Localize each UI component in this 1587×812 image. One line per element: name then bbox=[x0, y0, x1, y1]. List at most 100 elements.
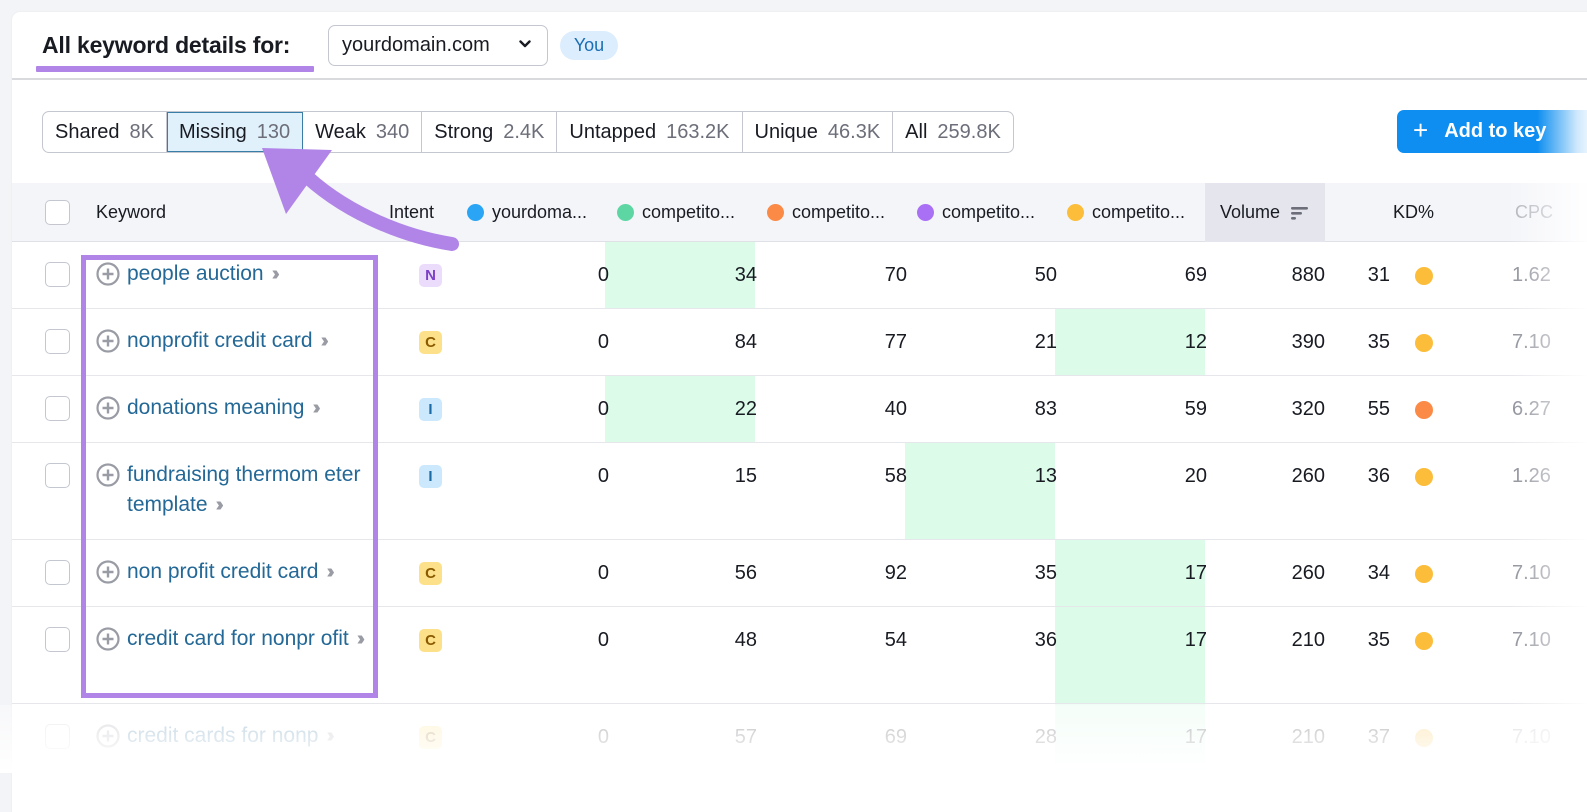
volume-cell: 320 bbox=[1291, 398, 1325, 420]
add-circle-icon[interactable] bbox=[96, 396, 120, 420]
keyword-link[interactable]: people auction ›› bbox=[127, 259, 281, 289]
volume-cell: 260 bbox=[1291, 465, 1325, 487]
column-header-domain-4[interactable]: competito... bbox=[917, 183, 1035, 242]
serp-arrows-icon[interactable]: ›› bbox=[216, 494, 225, 516]
add-to-keyword-list-button[interactable]: + Add to key bbox=[1397, 110, 1587, 153]
keyword-link[interactable]: non profit credit card ›› bbox=[127, 557, 335, 587]
column-header-cpc[interactable]: CPC bbox=[1515, 183, 1553, 242]
serp-arrows-icon[interactable]: ›› bbox=[321, 330, 330, 352]
panel-header: All keyword details for: yourdomain.com … bbox=[12, 12, 1587, 80]
domain-position-cell: 17 bbox=[1184, 629, 1207, 651]
domain-position-cell: 84 bbox=[734, 331, 757, 353]
column-header-domain-2[interactable]: competito... bbox=[617, 183, 735, 242]
domain-select[interactable]: yourdomain.com bbox=[328, 25, 548, 66]
tab-all[interactable]: All 259.8K bbox=[893, 112, 1013, 152]
row-checkbox[interactable] bbox=[45, 724, 70, 749]
row-checkbox[interactable] bbox=[45, 463, 70, 488]
select-all-checkbox[interactable] bbox=[45, 200, 70, 225]
column-header-domain-1[interactable]: yourdoma... bbox=[467, 183, 587, 242]
tab-label: Missing bbox=[178, 120, 247, 143]
keyword-cell: people auction ›› bbox=[96, 259, 376, 289]
domain-position-cell: 34 bbox=[734, 264, 757, 286]
add-circle-icon[interactable] bbox=[96, 560, 120, 584]
tab-count: 8K bbox=[129, 120, 154, 143]
kd-cell: 35 bbox=[1367, 331, 1390, 353]
row-checkbox[interactable] bbox=[45, 262, 70, 287]
tab-strong[interactable]: Strong 2.4K bbox=[422, 112, 558, 152]
cpc-cell: 1.26 bbox=[1512, 465, 1551, 487]
serp-arrows-icon[interactable]: ›› bbox=[326, 725, 335, 747]
domain-position-cell: 40 bbox=[884, 398, 907, 420]
domain-position-cell: 69 bbox=[884, 726, 907, 748]
domain-position-cell: 69 bbox=[1184, 264, 1207, 286]
serp-arrows-icon[interactable]: ›› bbox=[357, 628, 366, 650]
domain-color-dot-icon bbox=[767, 204, 784, 221]
row-checkbox[interactable] bbox=[45, 329, 70, 354]
add-circle-icon[interactable] bbox=[96, 329, 120, 353]
domain-select-value: yourdomain.com bbox=[342, 34, 490, 56]
domain-color-dot-icon bbox=[1067, 204, 1084, 221]
you-badge: You bbox=[560, 31, 618, 60]
keyword-link[interactable]: nonprofit credit card ›› bbox=[127, 326, 330, 356]
serp-arrows-icon[interactable]: ›› bbox=[312, 397, 321, 419]
tab-count: 130 bbox=[256, 120, 291, 143]
table-row: credit card for nonpr ofit ›› C 0 48 54 36 17 21… bbox=[12, 607, 1587, 704]
domain-position-cell: 0 bbox=[597, 264, 609, 286]
domain-position-cell: 17 bbox=[1184, 562, 1207, 584]
volume-label: Volume bbox=[1220, 202, 1281, 222]
column-header-intent[interactable]: Intent bbox=[389, 183, 434, 242]
add-circle-icon[interactable] bbox=[96, 463, 120, 487]
volume-cell: 210 bbox=[1291, 726, 1325, 748]
keyword-text: people auction bbox=[127, 262, 264, 285]
add-circle-icon[interactable] bbox=[96, 627, 120, 651]
keyword-link[interactable]: credit cards for nonp ›› bbox=[127, 721, 335, 751]
keyword-link[interactable]: credit card for nonpr ofit ›› bbox=[127, 624, 366, 654]
kd-difficulty-dot-icon bbox=[1415, 267, 1433, 285]
tab-weak[interactable]: Weak 340 bbox=[303, 112, 423, 152]
add-button-label: Add to key bbox=[1444, 120, 1547, 142]
serp-arrows-icon[interactable]: ›› bbox=[272, 263, 281, 285]
serp-arrows-icon[interactable]: ›› bbox=[326, 561, 335, 583]
column-header-keyword[interactable]: Keyword bbox=[96, 183, 166, 242]
add-circle-icon[interactable] bbox=[96, 262, 120, 286]
chevron-down-icon bbox=[519, 40, 531, 48]
domain-position-cell: 36 bbox=[1034, 629, 1057, 651]
title-highlight-underline bbox=[36, 66, 314, 72]
table-header: Keyword Intent yourdoma... competito... comp… bbox=[12, 183, 1587, 242]
tab-untapped[interactable]: Untapped 163.2K bbox=[557, 112, 743, 152]
table-row: people auction ›› N 0 34 70 50 69 880 31 1.62 bbox=[12, 242, 1587, 309]
domain-position-cell: 83 bbox=[1034, 398, 1057, 420]
volume-cell: 390 bbox=[1291, 331, 1325, 353]
tab-label: Strong bbox=[434, 120, 494, 143]
keyword-link[interactable]: donations meaning ›› bbox=[127, 393, 321, 423]
kd-difficulty-dot-icon bbox=[1415, 401, 1433, 419]
kd-cell: 55 bbox=[1367, 398, 1390, 420]
column-header-kd[interactable]: KD% bbox=[1393, 183, 1434, 242]
domain-color-dot-icon bbox=[617, 204, 634, 221]
add-circle-icon[interactable] bbox=[96, 724, 120, 748]
row-checkbox[interactable] bbox=[45, 396, 70, 421]
plus-icon: + bbox=[1413, 114, 1429, 145]
row-checkbox[interactable] bbox=[45, 627, 70, 652]
tab-shared[interactable]: Shared 8K bbox=[43, 112, 167, 152]
tab-label: Shared bbox=[55, 120, 120, 143]
domain-position-cell: 28 bbox=[1034, 726, 1057, 748]
column-header-volume[interactable]: Volume bbox=[1205, 183, 1325, 242]
volume-cell: 260 bbox=[1291, 562, 1325, 584]
intent-badge: I bbox=[419, 398, 442, 421]
intent-badge: I bbox=[419, 465, 442, 488]
domain-position-cell: 35 bbox=[1034, 562, 1057, 584]
keyword-text: donations meaning bbox=[127, 396, 305, 419]
tab-count: 163.2K bbox=[666, 120, 730, 143]
tab-missing[interactable]: Missing 130 bbox=[166, 112, 304, 152]
keyword-link[interactable]: fundraising thermom eter template ›› bbox=[127, 460, 376, 520]
column-header-domain-3[interactable]: competito... bbox=[767, 183, 885, 242]
row-checkbox[interactable] bbox=[45, 560, 70, 585]
tab-unique[interactable]: Unique 46.3K bbox=[743, 112, 894, 152]
keyword-cell: donations meaning ›› bbox=[96, 393, 376, 423]
keyword-text: non profit credit card bbox=[127, 560, 319, 583]
domain-label: yourdoma... bbox=[492, 202, 588, 222]
keywords-table: Keyword Intent yourdoma... competito... comp… bbox=[12, 183, 1587, 771]
column-header-domain-5[interactable]: competito... bbox=[1067, 183, 1185, 242]
kd-cell: 34 bbox=[1367, 562, 1390, 584]
